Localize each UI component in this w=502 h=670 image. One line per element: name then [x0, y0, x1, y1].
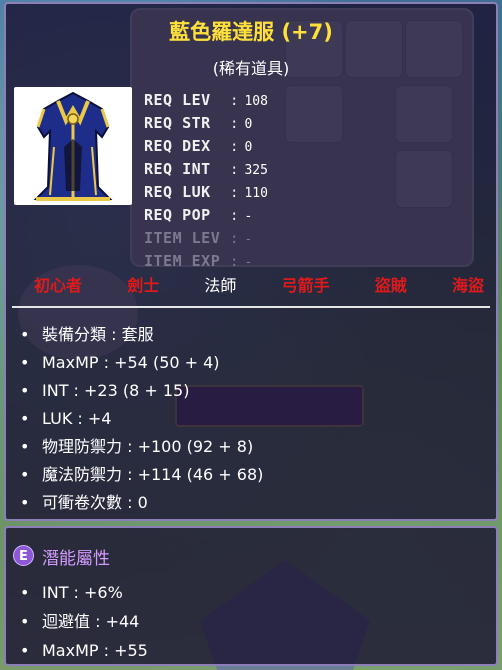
requirement-row: REQ POP: - [144, 203, 294, 226]
stat-line: • INT : +23 (8 + 15) [20, 377, 490, 405]
stat-line: • INT : +6% [20, 578, 148, 607]
stat-text: 物理防禦力 : +100 (92 + 8) [42, 437, 254, 456]
bullet-icon: • [20, 437, 30, 456]
requirement-label: REQ STR [144, 114, 211, 132]
potential-grade-badge: E [13, 545, 34, 566]
bullet-icon: • [20, 493, 30, 512]
job-list: 初心者 劍士 法師 弓箭手 盜賊 海盜 [34, 272, 484, 296]
bullet-icon: • [20, 353, 30, 372]
bullet-icon: • [20, 325, 30, 344]
requirement-value: 108 [244, 94, 268, 109]
requirements-list: REQ LEV:108 REQ STR:0 REQ DEX:0 REQ INT:325… [144, 88, 294, 272]
item-icon-frame [14, 87, 132, 205]
stat-text: LUK : +4 [42, 409, 112, 428]
requirement-colon: : [230, 231, 239, 247]
requirement-colon: : [230, 185, 239, 201]
item-stats: • 裝備分類 : 套服 • MaxMP : +54 (50 + 4) • INT : +2… [20, 321, 490, 517]
stat-text: INT : +23 (8 + 15) [42, 381, 190, 400]
requirement-row: ITEM EXP: - [144, 249, 294, 272]
stat-line: • 迴避值 : +44 [20, 607, 148, 636]
stat-line: • 裝備分類 : 套服 [20, 321, 490, 349]
bullet-icon: • [20, 381, 30, 400]
stat-text: 裝備分類 : 套服 [42, 325, 154, 344]
stat-line: • 魔法防禦力 : +114 (46 + 68) [20, 461, 490, 489]
requirement-label: ITEM EXP [144, 252, 221, 270]
requirement-row: REQ LEV:108 [144, 88, 294, 111]
requirement-colon: : [230, 139, 239, 155]
requirement-label: REQ POP [144, 206, 211, 224]
job-label: 法師 [204, 276, 237, 295]
bullet-icon: • [20, 583, 30, 602]
requirement-value: 0 [244, 140, 253, 155]
stat-line: • 可衝卷次數 : 0 [20, 489, 490, 517]
stat-text: MaxMP : +54 (50 + 4) [42, 353, 220, 372]
requirement-row: ITEM LEV: - [144, 226, 294, 249]
requirement-value: - [244, 255, 253, 270]
stat-text: 魔法防禦力 : +114 (46 + 68) [42, 465, 264, 484]
job-label: 初心者 [34, 276, 83, 295]
stat-text: 可衝卷次數 : 0 [42, 493, 148, 512]
requirement-colon: : [230, 254, 239, 270]
potential-list: • INT : +6% • 迴避值 : +44 • MaxMP : +55 [20, 578, 148, 665]
stat-text: 迴避值 : +44 [42, 612, 140, 631]
requirement-row: REQ INT:325 [144, 157, 294, 180]
requirement-colon: : [230, 162, 239, 178]
potential-title: 潛能屬性 [42, 549, 110, 569]
requirement-colon: : [230, 208, 239, 224]
requirement-value: 110 [244, 186, 268, 201]
stat-text: INT : +6% [42, 583, 123, 602]
potential-panel: E 潛能屬性 • INT : +6% • 迴避值 : +44 • MaxMP : +55 [4, 526, 498, 666]
requirement-row: REQ STR:0 [144, 111, 294, 134]
job-label: 劍士 [127, 276, 160, 295]
requirement-label: ITEM LEV [144, 229, 221, 247]
job-label: 盜賊 [374, 276, 407, 295]
stat-line: • LUK : +4 [20, 405, 490, 433]
requirement-value: 325 [244, 163, 268, 178]
requirement-colon: : [230, 116, 239, 132]
requirement-label: REQ INT [144, 160, 211, 178]
item-tooltip: 藍色羅達服 (+7) (稀有道具) REQ LEV:108 REQ STR:0 RE… [4, 2, 498, 521]
requirement-row: REQ DEX:0 [144, 134, 294, 157]
stat-line: • MaxMP : +54 (50 + 4) [20, 349, 490, 377]
stat-line: • 物理防禦力 : +100 (92 + 8) [20, 433, 490, 461]
requirement-colon: : [230, 93, 239, 109]
job-label: 弓箭手 [281, 276, 330, 295]
bullet-icon: • [20, 641, 30, 660]
bullet-icon: • [20, 409, 30, 428]
requirement-label: REQ LEV [144, 91, 211, 109]
blue-robe-icon [33, 91, 113, 201]
divider [12, 306, 490, 308]
stat-text: MaxMP : +55 [42, 641, 148, 660]
requirement-label: REQ DEX [144, 137, 211, 155]
requirement-value: 0 [244, 117, 253, 132]
stat-line: • MaxMP : +55 [20, 636, 148, 665]
item-rarity: (稀有道具) [212, 59, 290, 78]
item-name: 藍色羅達服 (+7) [169, 20, 333, 44]
requirement-label: REQ LUK [144, 183, 211, 201]
requirement-value: - [244, 209, 253, 224]
requirement-value: - [244, 232, 253, 247]
requirement-row: REQ LUK:110 [144, 180, 294, 203]
job-label: 海盜 [451, 276, 484, 295]
bullet-icon: • [20, 465, 30, 484]
bullet-icon: • [20, 612, 30, 631]
